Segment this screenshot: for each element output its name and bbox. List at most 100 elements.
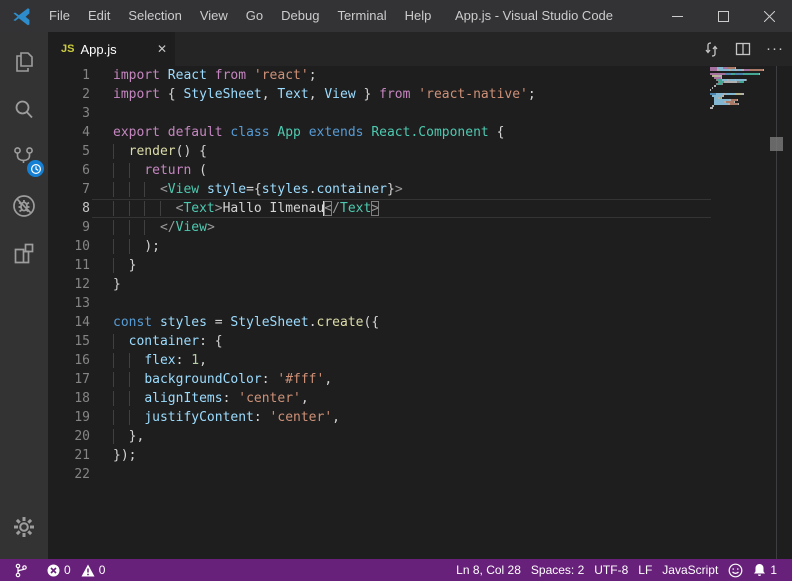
tab-bar: JS App.js ✕ ··· bbox=[48, 32, 792, 66]
sidebar-item-explorer[interactable] bbox=[0, 38, 48, 86]
close-window-button[interactable] bbox=[746, 0, 792, 32]
language-mode[interactable]: JavaScript bbox=[657, 559, 723, 581]
sidebar-item-debug[interactable] bbox=[0, 182, 48, 230]
menu-file[interactable]: File bbox=[40, 0, 79, 32]
menu-debug[interactable]: Debug bbox=[272, 0, 328, 32]
tab-label: App.js bbox=[80, 42, 150, 57]
line-number: 21 bbox=[48, 446, 90, 465]
errors-count: 0 bbox=[64, 563, 71, 577]
code-line-11[interactable]: 11 } bbox=[48, 256, 707, 275]
code-line-8[interactable]: 8 <Text>Hallo Ilmenau</Text> bbox=[48, 199, 707, 218]
code-text: import { StyleSheet, Text, View } from '… bbox=[113, 85, 707, 104]
status-bar: 0 0 Ln 8, Col 28 Spaces: 2 UTF-8 LF Java… bbox=[0, 559, 792, 581]
menu-edit[interactable]: Edit bbox=[79, 0, 119, 32]
search-icon bbox=[11, 97, 37, 123]
line-number: 22 bbox=[48, 465, 90, 484]
code-text: backgroundColor: '#fff', bbox=[113, 370, 707, 389]
minimize-button[interactable] bbox=[654, 0, 700, 32]
status-left: 0 0 bbox=[10, 559, 110, 581]
source-control-badge bbox=[27, 160, 44, 177]
line-number: 4 bbox=[48, 123, 90, 142]
sync-changes-button[interactable] bbox=[700, 38, 722, 60]
status-right: Ln 8, Col 28 Spaces: 2 UTF-8 LF JavaScri… bbox=[451, 559, 782, 581]
close-tab-icon[interactable]: ✕ bbox=[157, 42, 167, 56]
split-editor-button[interactable] bbox=[732, 38, 754, 60]
warnings-icon bbox=[81, 564, 95, 577]
feedback-item[interactable] bbox=[723, 559, 748, 581]
editor-actions: ··· bbox=[700, 32, 786, 66]
sidebar-item-search[interactable] bbox=[0, 86, 48, 134]
eol-indicator[interactable]: LF bbox=[633, 559, 657, 581]
code-text: <View style={styles.container}> bbox=[113, 180, 707, 199]
code-line-6[interactable]: 6 return ( bbox=[48, 161, 707, 180]
window-controls bbox=[654, 0, 792, 32]
code-line-7[interactable]: 7 <View style={styles.container}> bbox=[48, 180, 707, 199]
code-line-15[interactable]: 15 container: { bbox=[48, 332, 707, 351]
line-number: 15 bbox=[48, 332, 90, 351]
indentation[interactable]: Spaces: 2 bbox=[526, 559, 589, 581]
maximize-button[interactable] bbox=[700, 0, 746, 32]
git-branch-item[interactable] bbox=[10, 559, 32, 581]
code-line-3[interactable]: 3 bbox=[48, 104, 707, 123]
code-line-18[interactable]: 18 alignItems: 'center', bbox=[48, 389, 707, 408]
line-number: 6 bbox=[48, 161, 90, 180]
line-number: 16 bbox=[48, 351, 90, 370]
line-number: 10 bbox=[48, 237, 90, 256]
menu-selection[interactable]: Selection bbox=[119, 0, 190, 32]
menu-view[interactable]: View bbox=[191, 0, 237, 32]
notifications-item[interactable]: 1 bbox=[748, 559, 782, 581]
code-line-9[interactable]: 9 </View> bbox=[48, 218, 707, 237]
menu-bar: FileEditSelectionViewGoDebugTerminalHelp bbox=[40, 0, 440, 32]
code-line-14[interactable]: 14const styles = StyleSheet.create({ bbox=[48, 313, 707, 332]
code-line-22[interactable]: 22 bbox=[48, 465, 707, 484]
menu-help[interactable]: Help bbox=[396, 0, 441, 32]
code-line-20[interactable]: 20 }, bbox=[48, 427, 707, 446]
menu-go[interactable]: Go bbox=[237, 0, 272, 32]
code-text: </View> bbox=[113, 218, 707, 237]
errors-icon bbox=[47, 564, 60, 577]
overview-cursor-marker bbox=[770, 137, 783, 151]
line-number: 3 bbox=[48, 104, 90, 123]
sync-changes-icon bbox=[703, 41, 720, 58]
warnings-item[interactable]: 0 bbox=[76, 559, 111, 581]
title-bar: FileEditSelectionViewGoDebugTerminalHelp… bbox=[0, 0, 792, 32]
line-number: 19 bbox=[48, 408, 90, 427]
encoding[interactable]: UTF-8 bbox=[589, 559, 633, 581]
sidebar-item-extensions[interactable] bbox=[0, 230, 48, 278]
code-line-19[interactable]: 19 justifyContent: 'center', bbox=[48, 408, 707, 427]
code-text: container: { bbox=[113, 332, 707, 351]
code-line-10[interactable]: 10 ); bbox=[48, 237, 707, 256]
vscode-window: FileEditSelectionViewGoDebugTerminalHelp… bbox=[0, 0, 792, 581]
minimap[interactable] bbox=[710, 67, 772, 111]
errors-item[interactable]: 0 bbox=[42, 559, 76, 581]
sidebar-item-source-control[interactable] bbox=[0, 134, 48, 182]
code-line-17[interactable]: 17 backgroundColor: '#fff', bbox=[48, 370, 707, 389]
line-number: 20 bbox=[48, 427, 90, 446]
code-line-12[interactable]: 12} bbox=[48, 275, 707, 294]
code-text: return ( bbox=[113, 161, 707, 180]
manage-button[interactable] bbox=[0, 503, 48, 551]
code-text: } bbox=[113, 256, 707, 275]
code-editor[interactable]: 1import React from 'react';2import { Sty… bbox=[48, 66, 707, 484]
code-line-16[interactable]: 16 flex: 1, bbox=[48, 351, 707, 370]
more-actions-button[interactable]: ··· bbox=[764, 38, 786, 60]
line-number: 7 bbox=[48, 180, 90, 199]
debug-icon bbox=[10, 192, 38, 220]
line-number: 9 bbox=[48, 218, 90, 237]
gear-icon bbox=[11, 514, 37, 540]
code-line-2[interactable]: 2import { StyleSheet, Text, View } from … bbox=[48, 85, 707, 104]
code-line-21[interactable]: 21}); bbox=[48, 446, 707, 465]
code-line-13[interactable]: 13 bbox=[48, 294, 707, 313]
line-number: 18 bbox=[48, 389, 90, 408]
cursor-position[interactable]: Ln 8, Col 28 bbox=[451, 559, 526, 581]
line-number: 8 bbox=[48, 199, 90, 218]
code-line-5[interactable]: 5 render() { bbox=[48, 142, 707, 161]
menu-terminal[interactable]: Terminal bbox=[328, 0, 395, 32]
code-text: } bbox=[113, 275, 707, 294]
line-number: 17 bbox=[48, 370, 90, 389]
code-text: justifyContent: 'center', bbox=[113, 408, 707, 427]
git-branch-icon bbox=[15, 563, 27, 578]
code-line-4[interactable]: 4export default class App extends React.… bbox=[48, 123, 707, 142]
code-line-1[interactable]: 1import React from 'react'; bbox=[48, 66, 707, 85]
tab-appjs[interactable]: JS App.js ✕ bbox=[48, 32, 175, 66]
